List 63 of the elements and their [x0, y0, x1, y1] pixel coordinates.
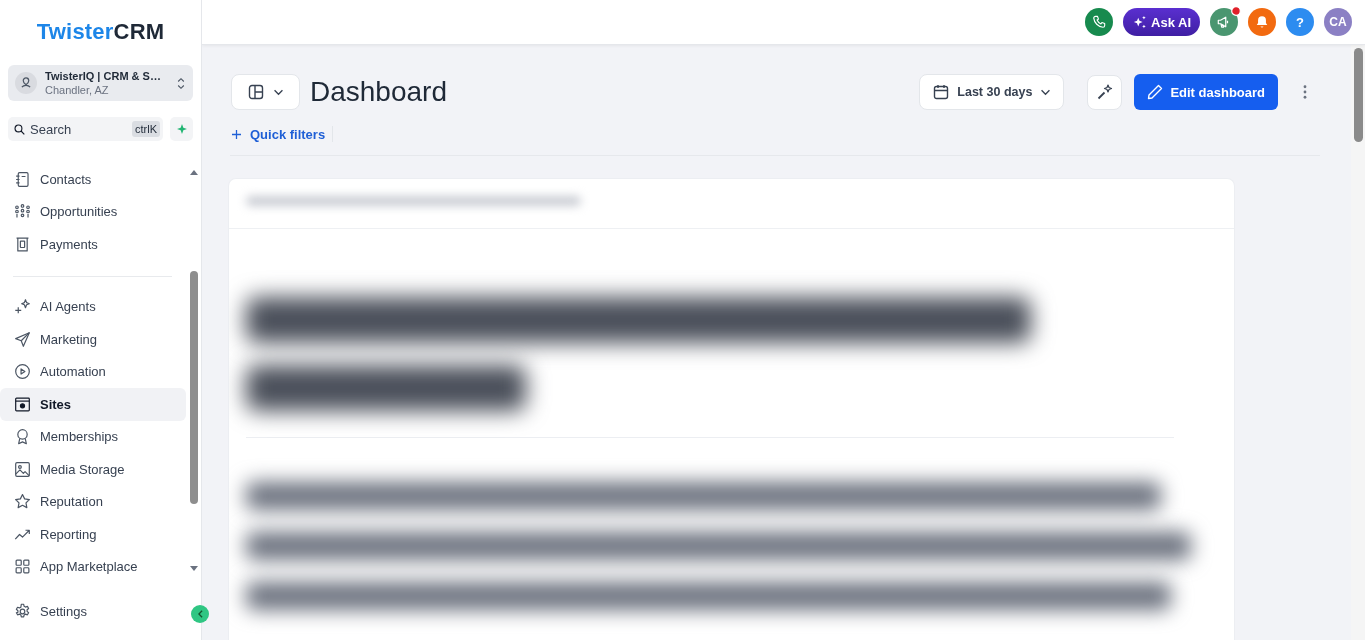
notifications-button[interactable] [1248, 8, 1276, 36]
document-icon [14, 235, 31, 253]
magic-wand-button[interactable] [1087, 74, 1123, 110]
paper-plane-icon [14, 330, 31, 348]
notebook-icon [14, 170, 31, 188]
scrollbar-thumb[interactable] [189, 271, 198, 504]
magic-wand-icon [1096, 84, 1113, 100]
star-icon [14, 493, 31, 511]
ai-search-button[interactable] [170, 117, 193, 141]
scrollbar-thumb[interactable] [1353, 48, 1363, 142]
phone-icon [1092, 15, 1106, 29]
date-range-button[interactable]: Last 30 days [919, 74, 1065, 110]
quick-filters-button[interactable]: Quick filters [230, 126, 326, 142]
settings-icon [14, 602, 31, 620]
image-icon [14, 460, 31, 478]
more-icon [1303, 85, 1307, 99]
nav-item[interactable]: Sites [0, 388, 186, 421]
nav-item[interactable]: Contacts [0, 163, 186, 196]
account-switcher[interactable]: TwisterIQ | CRM & S… Chandler, AZ [8, 65, 193, 101]
nav-item[interactable]: App Marketplace [0, 550, 186, 583]
user-avatar[interactable]: CA [1324, 8, 1352, 36]
account-name: TwisterIQ | CRM & S… [45, 69, 162, 83]
nav-item[interactable]: Reporting [0, 518, 186, 551]
logo: TwisterCRM [36, 21, 165, 43]
sparkle-icon [176, 124, 187, 134]
sparkle-icon [14, 298, 31, 316]
browser-window-icon [14, 395, 31, 413]
ask-ai-button[interactable]: Ask AI [1123, 8, 1200, 36]
layout-switch-button[interactable] [231, 74, 300, 110]
collapse-sidebar-button[interactable] [191, 605, 209, 623]
up-down-chevron-icon [177, 76, 185, 90]
megaphone-icon [1217, 15, 1231, 29]
chevron-left-icon [197, 610, 203, 618]
grid-icon [14, 558, 31, 576]
nav-item[interactable]: AI Agents [0, 290, 186, 323]
phone-button[interactable] [1085, 8, 1113, 36]
nav-item[interactable]: Automation [0, 355, 186, 388]
sparkle-icon [1133, 15, 1147, 29]
nav-item[interactable]: Reputation [0, 485, 186, 518]
chevron-down-icon [1040, 88, 1052, 96]
pencil-icon [1147, 84, 1164, 100]
play-circle-icon [14, 363, 31, 381]
shortcut-hint: ctrlK [132, 121, 160, 137]
nav-item[interactable]: Memberships [0, 420, 186, 453]
search-icon [14, 123, 25, 135]
page-title: Dashboard [310, 75, 447, 109]
bell-icon [1255, 15, 1269, 29]
edit-dashboard-button[interactable]: Edit dashboard [1134, 74, 1278, 110]
announcements-button[interactable] [1210, 8, 1238, 36]
calendar-icon [933, 84, 950, 100]
nav-item[interactable]: Media Storage [0, 453, 186, 486]
scroll-down-icon[interactable] [189, 566, 198, 571]
layout-icon [247, 84, 264, 100]
plus-icon [232, 129, 241, 139]
award-icon [14, 428, 31, 446]
account-location: Chandler, AZ [45, 83, 110, 97]
location-avatar-icon [15, 72, 37, 94]
chevron-down-icon [272, 88, 284, 96]
nav-item[interactable]: Opportunities [0, 195, 186, 228]
nav-item[interactable]: Payments [0, 228, 186, 261]
settings-item[interactable]: Settings [0, 595, 186, 628]
nav-item[interactable]: Marketing [0, 323, 186, 356]
scroll-up-icon[interactable] [189, 170, 198, 175]
